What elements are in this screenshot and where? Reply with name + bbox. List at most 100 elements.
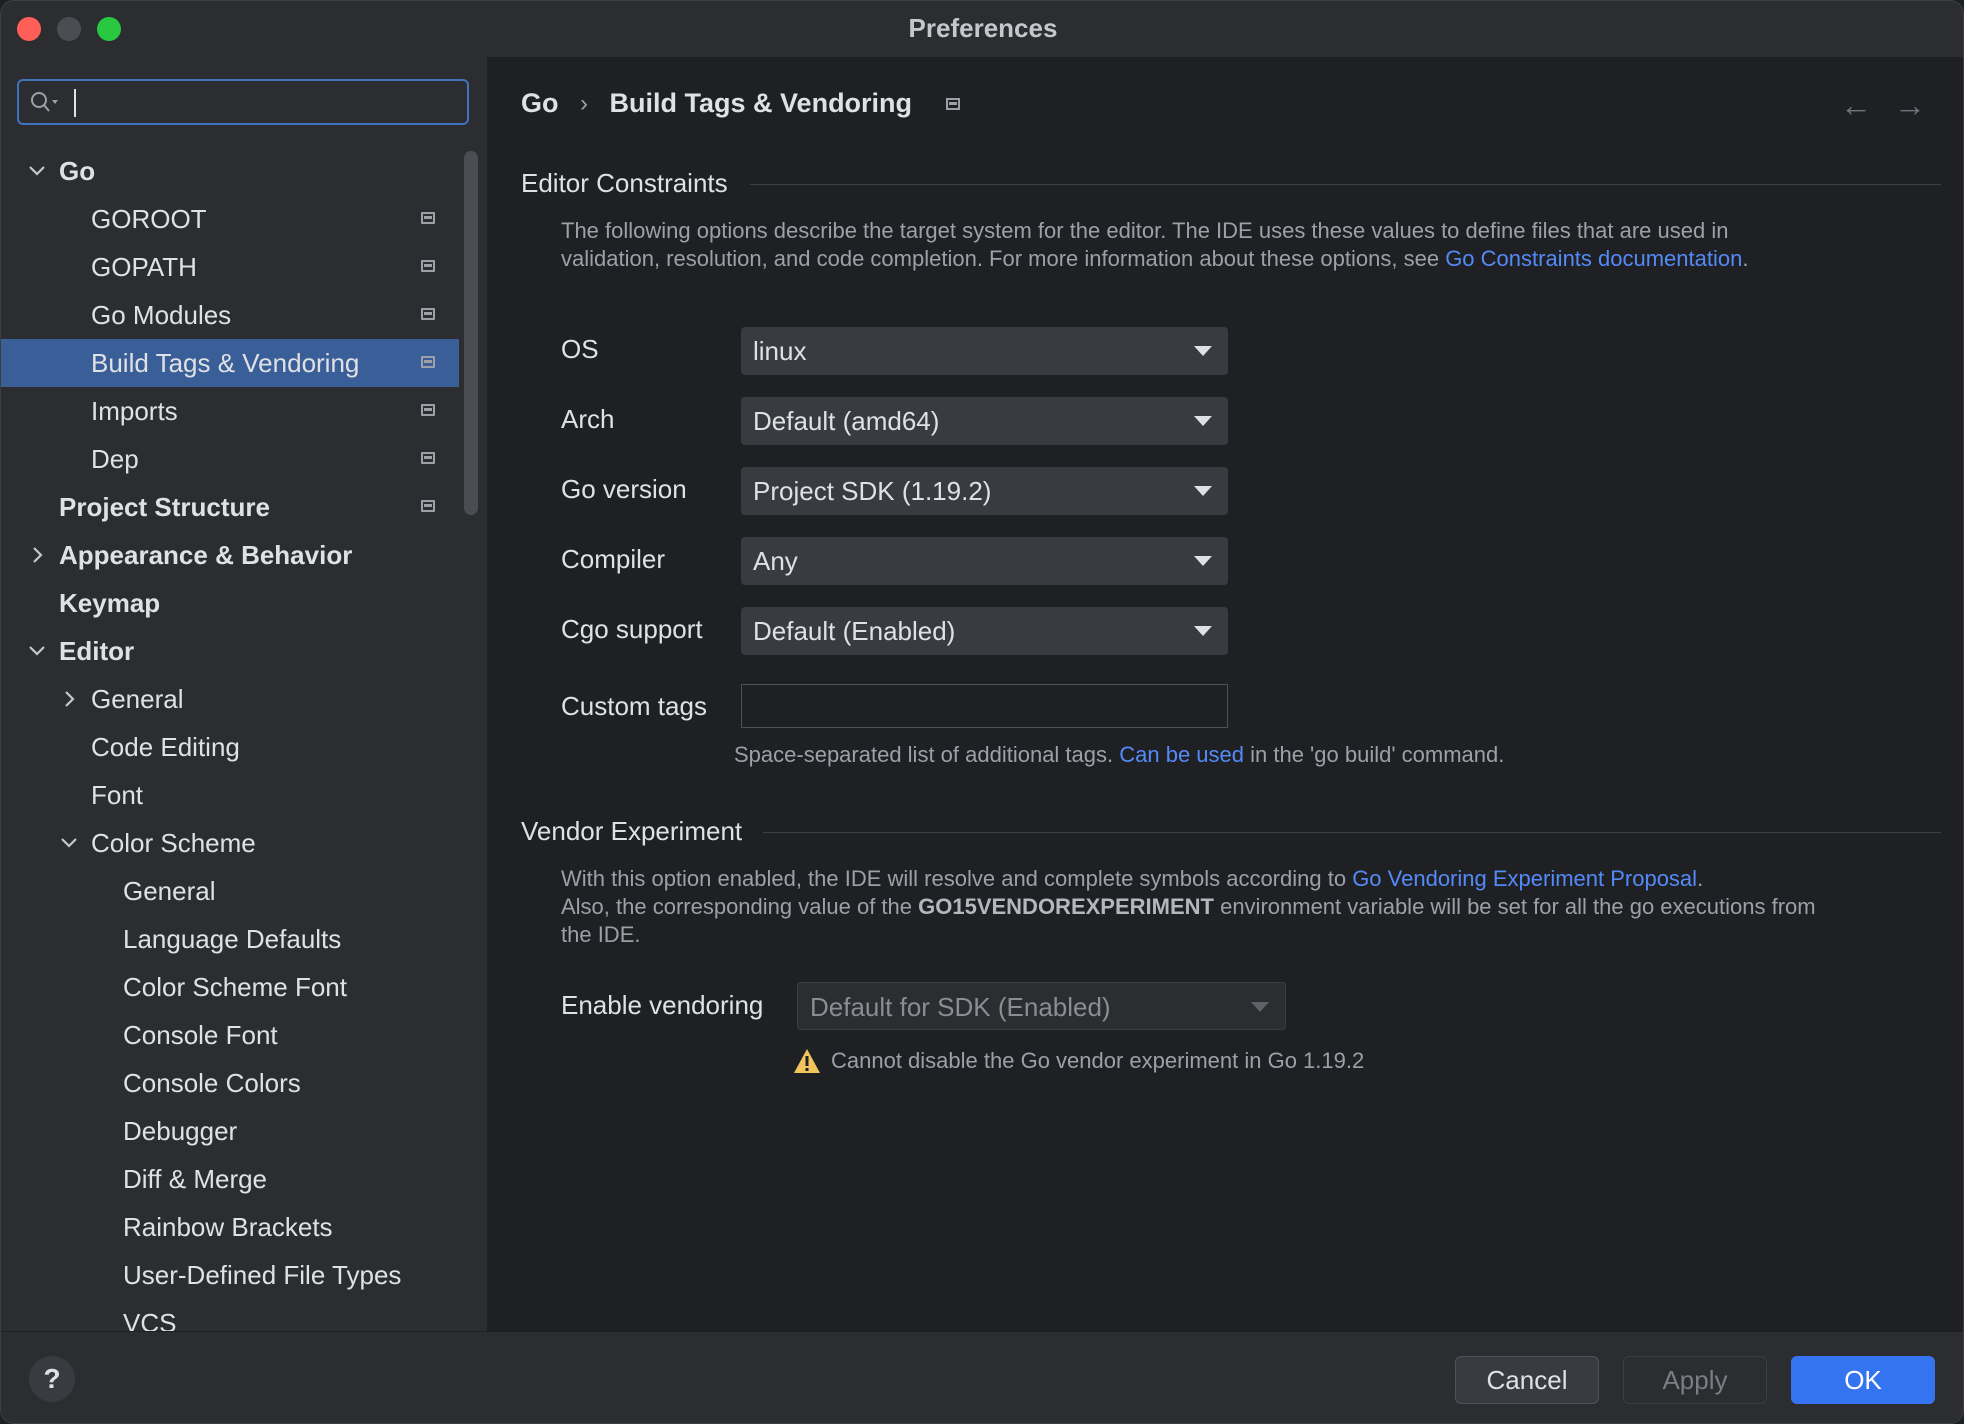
sidebar-item-editor[interactable]: Editor	[1, 627, 459, 675]
arch-dropdown[interactable]: Default (amd64)	[741, 397, 1228, 445]
settings-content: Go › Build Tags & Vendoring ← → Editor C…	[488, 57, 1963, 1331]
os-dropdown[interactable]: linux	[741, 327, 1228, 375]
preferences-window: Preferences Go GOROOT GOPATH Go Modules Buil…	[0, 0, 1964, 1424]
sidebar-scrollbar[interactable]	[464, 151, 478, 515]
vendor-experiment-title: Vendor Experiment	[521, 816, 743, 846]
project-level-icon	[421, 404, 435, 416]
settings-sidebar: Go GOROOT GOPATH Go Modules Build Tags & Ven…	[1, 57, 488, 1338]
chevron-down-icon[interactable]	[25, 159, 49, 183]
sidebar-item-keymap[interactable]: Keymap	[1, 579, 459, 627]
sidebar-item-user-defined-file-types[interactable]: User-Defined File Types	[1, 1251, 459, 1299]
sidebar-item-dep[interactable]: Dep	[1, 435, 459, 483]
sidebar-item-code-editing[interactable]: Code Editing	[1, 723, 459, 771]
env-variable-name: GO15VENDOREXPERIMENT	[918, 894, 1214, 919]
chevron-down-icon[interactable]	[25, 639, 49, 663]
breadcrumb: Go › Build Tags & Vendoring	[521, 87, 960, 127]
vendoring-proposal-link[interactable]: Go Vendoring Experiment Proposal	[1352, 866, 1697, 891]
window-title: Preferences	[908, 13, 1058, 43]
settings-search[interactable]	[17, 79, 469, 125]
description-line: Also, the corresponding value of the	[561, 894, 919, 919]
chevron-right-icon[interactable]	[25, 543, 49, 567]
project-level-icon	[421, 308, 435, 320]
sidebar-item-color-scheme[interactable]: Color Scheme	[1, 819, 459, 867]
dropdown-arrow-icon	[1194, 346, 1212, 356]
sidebar-item-label: Code Editing	[91, 732, 240, 762]
dropdown-arrow-icon	[1194, 486, 1212, 496]
sidebar-item-build-tags-vendoring[interactable]: Build Tags & Vendoring	[1, 339, 459, 387]
sidebar-item-label: Font	[91, 780, 144, 810]
cgo-support-label: Cgo support	[561, 614, 703, 644]
help-button[interactable]: ?	[29, 1356, 75, 1402]
back-arrow-icon[interactable]: ←	[1840, 87, 1872, 124]
sidebar-item-general[interactable]: General	[1, 675, 459, 723]
sidebar-item-go-modules[interactable]: Go Modules	[1, 291, 459, 339]
sidebar-item-label: Imports	[91, 396, 178, 426]
description-line: the IDE.	[561, 922, 641, 947]
forward-arrow-icon[interactable]: →	[1894, 87, 1926, 124]
cgo-support-dropdown[interactable]: Default (Enabled)	[741, 607, 1228, 655]
sidebar-item-label: User-Defined File Types	[123, 1260, 402, 1290]
enable-vendoring-dropdown[interactable]: Default for SDK (Enabled)	[797, 982, 1286, 1030]
sidebar-item-color-scheme-font[interactable]: Color Scheme Font	[1, 963, 459, 1011]
editor-constraints-title: Editor Constraints	[521, 168, 728, 198]
sidebar-item-general[interactable]: General	[1, 867, 459, 915]
sidebar-item-label: General	[91, 684, 184, 714]
sidebar-item-label: General	[123, 876, 216, 906]
sidebar-item-label: Go Modules	[91, 300, 232, 330]
search-input[interactable]	[81, 85, 455, 121]
sidebar-item-language-defaults[interactable]: Language Defaults	[1, 915, 459, 963]
go-version-label: Go version	[561, 474, 687, 504]
sidebar-item-label: GOPATH	[91, 252, 197, 282]
project-level-icon	[945, 97, 960, 110]
custom-tags-hint: Space-separated list of additional tags.…	[734, 742, 1504, 768]
sidebar-item-debugger[interactable]: Debugger	[1, 1107, 459, 1155]
sidebar-item-project-structure[interactable]: Project Structure	[1, 483, 459, 531]
sidebar-item-imports[interactable]: Imports	[1, 387, 459, 435]
sidebar-item-goroot[interactable]: GOROOT	[1, 195, 459, 243]
hint-text: Space-separated list of additional tags.	[734, 742, 1120, 767]
description-line: The following options describe the targe…	[561, 218, 1729, 243]
sidebar-item-diff-merge[interactable]: Diff & Merge	[1, 1155, 459, 1203]
breadcrumb-root[interactable]: Go	[521, 88, 559, 119]
compiler-label: Compiler	[561, 544, 666, 574]
title-bar: Preferences	[1, 1, 1963, 57]
search-icon	[31, 92, 58, 112]
chevron-down-icon[interactable]	[57, 831, 81, 855]
sidebar-item-rainbow-brackets[interactable]: Rainbow Brackets	[1, 1203, 459, 1251]
sidebar-item-console-colors[interactable]: Console Colors	[1, 1059, 459, 1107]
dropdown-value: Project SDK (1.19.2)	[753, 476, 992, 506]
hint-text: in the 'go build' command.	[1244, 742, 1505, 767]
cancel-button[interactable]: Cancel	[1455, 1356, 1599, 1404]
sidebar-item-appearance-behavior[interactable]: Appearance & Behavior	[1, 531, 459, 579]
custom-tags-input[interactable]	[741, 684, 1228, 728]
sidebar-item-label: Console Colors	[123, 1068, 301, 1098]
dropdown-value: Default (amd64)	[753, 406, 940, 436]
dropdown-arrow-icon	[1194, 626, 1212, 636]
go-version-dropdown[interactable]: Project SDK (1.19.2)	[741, 467, 1228, 515]
sidebar-item-label: Language Defaults	[123, 924, 342, 954]
sidebar-item-gopath[interactable]: GOPATH	[1, 243, 459, 291]
can-be-used-link[interactable]: Can be used	[1119, 742, 1244, 767]
section-divider	[750, 184, 1941, 185]
ok-button[interactable]: OK	[1791, 1356, 1935, 1404]
sidebar-item-label: Go	[59, 156, 96, 186]
description-line: validation, resolution, and code complet…	[561, 246, 1446, 271]
sidebar-item-console-font[interactable]: Console Font	[1, 1011, 459, 1059]
compiler-dropdown[interactable]: Any	[741, 537, 1228, 585]
editor-constraints-description: The following options describe the targe…	[561, 217, 1941, 273]
apply-button[interactable]: Apply	[1623, 1356, 1767, 1404]
os-label: OS	[561, 334, 599, 364]
chevron-right-icon[interactable]	[57, 687, 81, 711]
project-level-icon	[421, 212, 435, 224]
breadcrumb-separator-icon: ›	[580, 89, 589, 117]
text-caret	[74, 89, 76, 117]
sidebar-item-font[interactable]: Font	[1, 771, 459, 819]
sidebar-item-go[interactable]: Go	[1, 147, 459, 195]
sidebar-item-label: Diff & Merge	[123, 1164, 268, 1194]
sidebar-item-label: Rainbow Brackets	[123, 1212, 333, 1242]
dialog-button-bar: ? Cancel Apply OK	[1, 1331, 1963, 1423]
go-constraints-doc-link[interactable]: Go Constraints documentation	[1445, 246, 1742, 271]
sidebar-item-label: Dep	[91, 444, 139, 474]
project-level-icon	[421, 260, 435, 272]
dropdown-value: Any	[753, 546, 798, 576]
